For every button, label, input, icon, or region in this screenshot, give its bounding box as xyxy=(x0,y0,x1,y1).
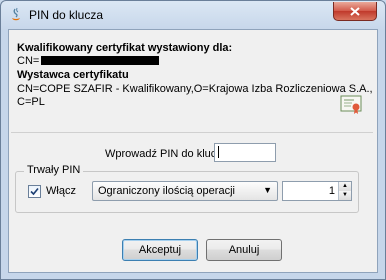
cancel-button[interactable]: Anuluj xyxy=(206,239,282,261)
pin-input[interactable] xyxy=(214,143,276,162)
redacted-name xyxy=(41,56,160,65)
holder-cn-prefix: CN= xyxy=(17,55,40,67)
holder-cn: CN= xyxy=(17,55,160,67)
title-bar[interactable]: PIN do klucza xyxy=(1,1,385,29)
chevron-down-icon: ▼ xyxy=(263,185,272,195)
issuer-line-1: CN=COPE SZAFIR - Kwalifikowany,O=Krajowa… xyxy=(17,83,373,95)
close-button[interactable] xyxy=(333,2,377,21)
operation-count-value: 1 xyxy=(328,185,335,197)
accept-button[interactable]: Akceptuj xyxy=(122,239,198,261)
operation-count-spinner[interactable]: 1 ▲ ▼ xyxy=(282,181,352,201)
dialog-window: PIN do klucza Kwalifikowany certyfikat w… xyxy=(0,0,386,280)
spinner-buttons: ▲ ▼ xyxy=(338,182,351,200)
checkmark-icon xyxy=(30,187,39,196)
java-app-icon xyxy=(12,7,20,21)
issuer-heading: Wystawca certyfikatu xyxy=(17,69,129,81)
persistent-pin-group: Trwały PIN Włącz Ograniczony ilością ope… xyxy=(15,164,359,213)
dialog-content: Kwalifikowany certyfikat wystawiony dla:… xyxy=(8,29,378,273)
close-icon xyxy=(350,6,360,16)
window-title: PIN do klucza xyxy=(29,8,104,22)
certificate-icon xyxy=(340,95,362,114)
enable-label[interactable]: Włącz xyxy=(46,185,76,197)
issuer-line-2: C=PL xyxy=(17,96,45,108)
holder-heading: Kwalifikowany certyfikat wystawiony dla: xyxy=(17,42,233,54)
spinner-down-icon[interactable]: ▼ xyxy=(339,191,351,200)
pin-mode-select[interactable]: Ograniczony ilością operacji ▼ xyxy=(92,181,278,201)
text-caret xyxy=(218,146,219,158)
persistent-pin-title: Trwały PIN xyxy=(24,164,84,176)
pin-label: Wprowadź PIN do klucza xyxy=(105,148,228,160)
pin-mode-selected: Ograniczony ilością operacji xyxy=(98,185,235,197)
certificate-info-panel: Kwalifikowany certyfikat wystawiony dla:… xyxy=(11,32,373,133)
enable-checkbox[interactable] xyxy=(28,185,41,198)
